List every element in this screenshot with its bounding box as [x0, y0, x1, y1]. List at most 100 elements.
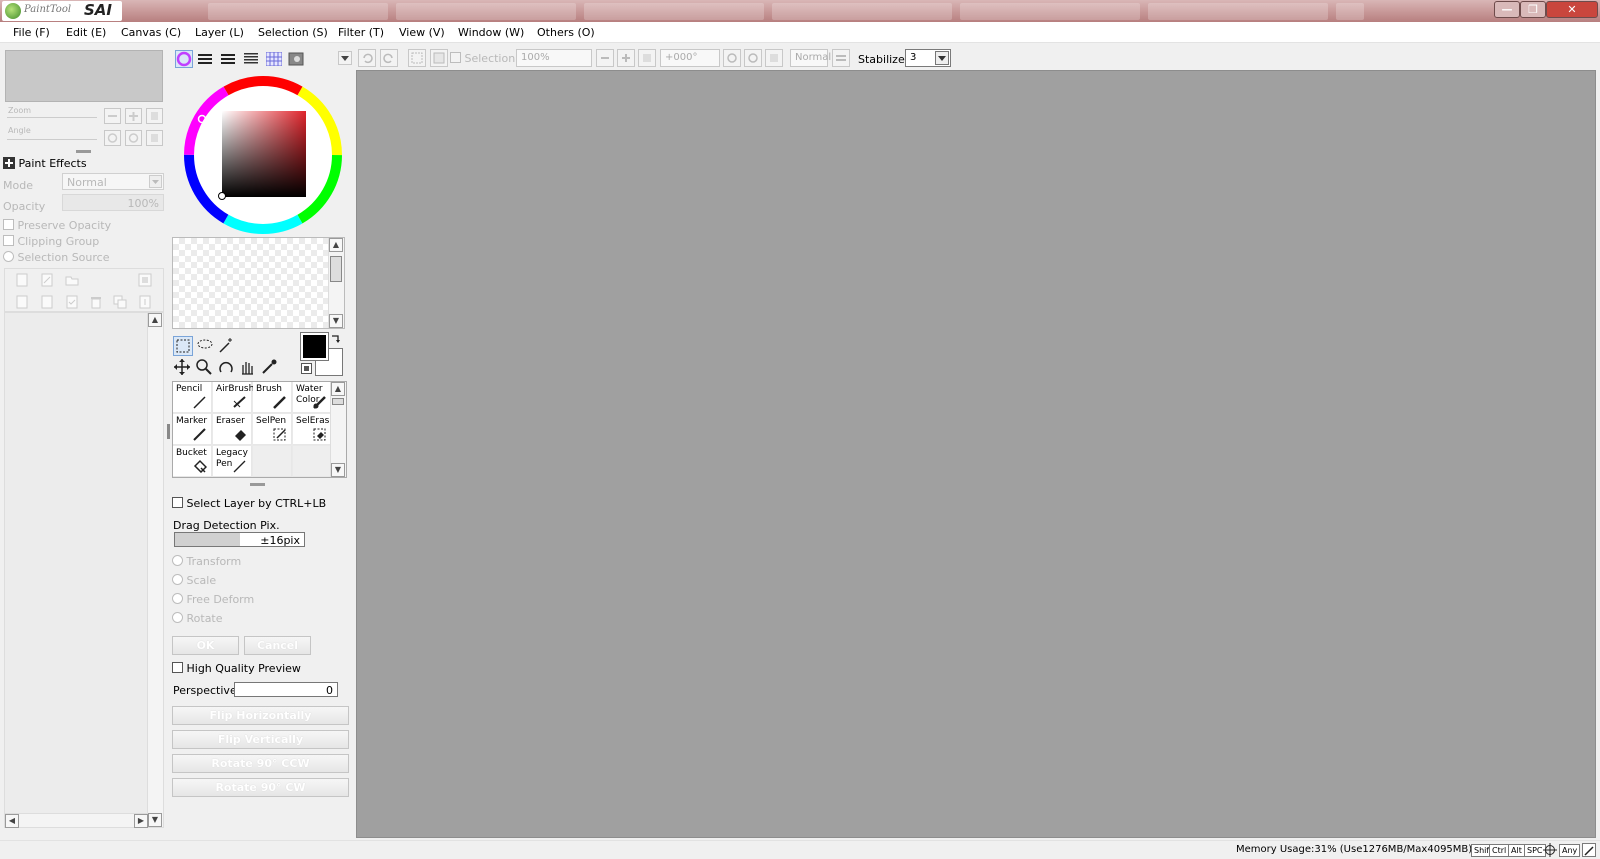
trash-icon[interactable] — [89, 295, 103, 309]
preserve-opacity-checkbox[interactable] — [3, 219, 14, 230]
blend-mode-select[interactable]: Normal — [62, 173, 164, 190]
nav-rotate-right-button[interactable] — [125, 130, 142, 146]
clipping-group-checkbox[interactable] — [3, 235, 14, 246]
foreground-color-swatch[interactable] — [300, 332, 329, 361]
clipping-group-toggle[interactable]: Clipping Group — [3, 235, 99, 248]
angle-slider[interactable] — [7, 139, 97, 140]
hsv-slider-tab[interactable] — [221, 52, 235, 66]
ctrl-key-indicator[interactable]: Ctrl — [1489, 844, 1510, 857]
transform-option[interactable]: Transform — [172, 555, 241, 568]
zoom-reset-button[interactable] — [638, 49, 656, 67]
scroll-up-button[interactable]: ▲ — [148, 313, 162, 327]
menu-edit[interactable]: Edit (E) — [66, 26, 106, 39]
swap-colors-button[interactable] — [330, 333, 342, 345]
flip-horizontally-button[interactable]: Flip Horizontally — [172, 706, 349, 725]
nav-zoom-reset-button[interactable] — [146, 108, 163, 124]
swatch-list-tab[interactable] — [244, 52, 258, 66]
panel-splitter-handle[interactable] — [250, 483, 265, 486]
menu-others[interactable]: Others (O) — [537, 26, 595, 39]
ok-button[interactable]: OK — [172, 636, 239, 655]
layer-list-hscrollbar[interactable]: ◀ ▶ — [5, 813, 148, 828]
selection-source-radio[interactable] — [3, 251, 14, 262]
scroll-down-button[interactable]: ▼ — [329, 314, 343, 328]
zoom-tool[interactable] — [195, 358, 215, 378]
restore-button[interactable]: ❐ — [1520, 1, 1546, 18]
eyedropper-tool[interactable] — [260, 358, 280, 378]
perspective-input[interactable]: 0 — [234, 682, 338, 697]
lasso-tool[interactable] — [196, 336, 216, 356]
tool-empty-slot[interactable] — [253, 446, 292, 477]
invert-selection-button[interactable] — [430, 49, 448, 67]
stabilizer-select[interactable]: 3 — [905, 49, 951, 67]
color-wheel-tab[interactable] — [175, 50, 193, 68]
nav-zoom-out-button[interactable] — [104, 108, 121, 124]
menu-file[interactable]: File (F) — [13, 26, 50, 39]
scroll-thumb[interactable] — [330, 256, 342, 282]
tool-selpen[interactable]: SelPen — [253, 414, 292, 445]
new-linework-layer-icon[interactable] — [40, 273, 54, 287]
tool-bucket[interactable]: Bucket — [173, 446, 212, 477]
selection-source-toggle[interactable]: Selection Source — [3, 251, 109, 264]
stabilizer-dropdown-button[interactable] — [935, 51, 949, 65]
scroll-down-button[interactable]: ▼ — [148, 813, 162, 827]
scale-radio[interactable] — [172, 574, 183, 585]
tool-brush[interactable]: Brush — [253, 382, 292, 413]
menu-layer[interactable]: Layer (L) — [195, 26, 244, 39]
layer-mask-icon[interactable] — [138, 273, 152, 287]
deselect-button[interactable] — [408, 49, 426, 67]
tool-empty-slot[interactable] — [293, 446, 332, 477]
rgb-slider-tab[interactable] — [198, 52, 212, 66]
magic-wand-tool[interactable] — [217, 336, 237, 356]
flip-vertically-button[interactable]: Flip Vertically — [172, 730, 349, 749]
nav-zoom-in-button[interactable] — [125, 108, 142, 124]
scratch-pad[interactable]: ▲ ▼ — [172, 237, 345, 329]
tool-watercolor[interactable]: Water Color — [293, 382, 332, 413]
hand-tool[interactable] — [238, 358, 258, 378]
flip-view-button[interactable] — [832, 49, 850, 67]
show-selection-checkbox[interactable] — [450, 52, 461, 63]
tool-pencil[interactable]: Pencil — [173, 382, 212, 413]
menu-view[interactable]: View (V) — [399, 26, 445, 39]
move-tool[interactable] — [173, 358, 193, 378]
rotate-reset-button[interactable] — [765, 49, 783, 67]
nav-rotate-left-button[interactable] — [104, 130, 121, 146]
menu-canvas[interactable]: Canvas (C) — [121, 26, 181, 39]
tool-seleras[interactable]: SelEras — [293, 414, 332, 445]
move-key-indicator[interactable] — [1543, 843, 1557, 857]
rotate-right-button[interactable] — [744, 49, 762, 67]
high-quality-preview-toggle[interactable]: High Quality Preview — [172, 662, 301, 675]
blend-mode-dropdown-button[interactable] — [149, 175, 162, 188]
any-key-indicator[interactable]: Any — [1559, 844, 1581, 857]
menu-window[interactable]: Window (W) — [458, 26, 524, 39]
scroll-down-button[interactable]: ▼ — [331, 463, 345, 477]
duplicate-layer-icon[interactable] — [113, 295, 127, 309]
preserve-opacity-toggle[interactable]: Preserve Opacity — [3, 219, 111, 232]
merge-visible-icon[interactable] — [138, 295, 152, 309]
rotate-cw-button[interactable]: Rotate 90° CW — [172, 778, 349, 797]
opacity-slider[interactable]: 100% — [62, 194, 164, 211]
transform-radio[interactable] — [172, 555, 183, 566]
layer-list-scrollbar[interactable]: ▲ ▼ — [147, 313, 163, 827]
rotate-option[interactable]: Rotate — [172, 612, 223, 625]
merge-down-icon[interactable] — [40, 295, 54, 309]
cancel-button[interactable]: Cancel — [244, 636, 311, 655]
drag-detection-slider[interactable]: ±16pix — [174, 532, 305, 547]
free-deform-radio[interactable] — [172, 593, 183, 604]
select-layer-checkbox[interactable] — [172, 497, 183, 508]
canvas-area[interactable] — [356, 70, 1596, 838]
scroll-left-button[interactable]: ◀ — [5, 814, 19, 828]
panel-splitter-handle[interactable] — [76, 150, 91, 153]
undo-button[interactable] — [358, 49, 376, 67]
menu-selection[interactable]: Selection (S) — [258, 26, 328, 39]
minimize-button[interactable]: — — [1494, 1, 1520, 18]
close-button[interactable]: ✕ — [1546, 1, 1598, 18]
rotate-left-button[interactable] — [723, 49, 741, 67]
zoom-in-button[interactable] — [617, 49, 635, 67]
scroll-up-button[interactable]: ▲ — [331, 382, 345, 396]
redo-button[interactable] — [380, 49, 398, 67]
swatches-tab[interactable] — [265, 51, 283, 67]
transfer-down-icon[interactable] — [15, 295, 29, 309]
rotate-ccw-button[interactable]: Rotate 90° CCW — [172, 754, 349, 773]
zoom-out-button[interactable] — [596, 49, 614, 67]
new-folder-icon[interactable] — [65, 273, 79, 287]
